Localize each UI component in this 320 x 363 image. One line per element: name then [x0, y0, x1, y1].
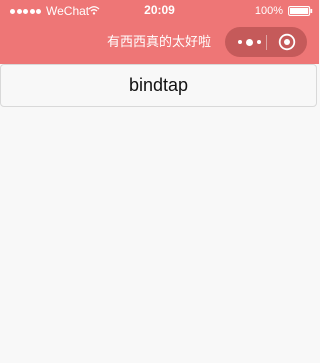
status-bar: WeChat 20:09 100%: [0, 0, 319, 22]
capsule-divider: [266, 35, 267, 50]
phone-screen: WeChat 20:09 100% 有西西真的太好啦 bindtap: [0, 0, 319, 363]
bindtap-button[interactable]: bindtap: [0, 64, 317, 107]
more-dots-icon[interactable]: [234, 34, 264, 50]
battery-percent: 100%: [254, 5, 283, 17]
close-circle-icon[interactable]: [278, 33, 296, 51]
nav-title: 有西西真的太好啦: [106, 34, 211, 49]
capsule-menu: [225, 27, 307, 57]
header: WeChat 20:09 100% 有西西真的太好啦: [0, 0, 319, 64]
battery-icon: [288, 6, 313, 16]
